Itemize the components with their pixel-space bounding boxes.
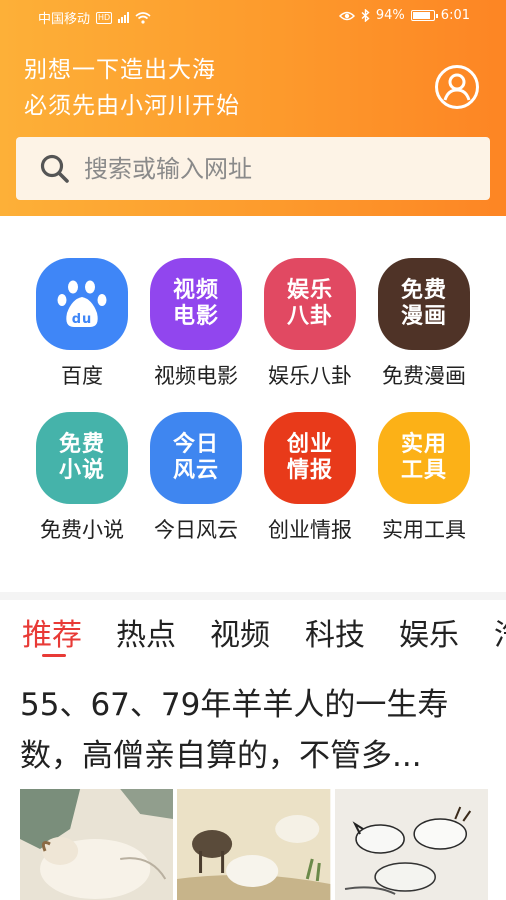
tab-recommended[interactable]: 推荐 bbox=[22, 610, 82, 654]
tab-entertainment[interactable]: 娱乐 bbox=[399, 610, 459, 654]
tab-auto[interactable]: 汽 bbox=[494, 610, 506, 654]
app-label: 视频电影 bbox=[154, 364, 238, 388]
paw-icon: du bbox=[57, 280, 107, 327]
icon-text: 免费 bbox=[400, 278, 447, 303]
app-today-news[interactable]: 今日 风云 今日风云 bbox=[141, 412, 251, 544]
icon-text: 小说 bbox=[58, 458, 105, 483]
app-entertainment-gossip[interactable]: 娱乐 八卦 娱乐八卦 bbox=[255, 258, 365, 390]
app-label: 免费漫画 bbox=[382, 364, 466, 388]
slogan-line-1: 别想一下造出大海 bbox=[24, 57, 216, 83]
slogan: 别想一下造出大海 必须先由小河川开始 bbox=[24, 52, 240, 124]
search-input[interactable] bbox=[84, 154, 464, 183]
battery-percent: 94% bbox=[375, 8, 405, 23]
app-label: 娱乐八卦 bbox=[268, 364, 352, 388]
wifi-icon bbox=[135, 11, 151, 24]
app-label: 百度 bbox=[61, 364, 103, 388]
hd-icon: HD bbox=[96, 11, 113, 24]
article-image-3 bbox=[334, 789, 488, 900]
icon-text: 今日 bbox=[172, 432, 219, 457]
today-news-icon: 今日 风云 bbox=[150, 412, 242, 504]
icon-text: 八卦 bbox=[286, 304, 333, 329]
icon-text: 工具 bbox=[400, 458, 447, 483]
article-thumbnails[interactable] bbox=[20, 789, 488, 900]
app-label: 免费小说 bbox=[40, 518, 124, 542]
app-label: 今日风云 bbox=[154, 518, 238, 542]
carrier-name: 中国移动 bbox=[38, 12, 91, 27]
icon-text: 漫画 bbox=[400, 304, 447, 329]
app-utilities[interactable]: 实用 工具 实用工具 bbox=[369, 412, 479, 544]
slogan-line-2: 必须先由小河川开始 bbox=[24, 93, 240, 119]
icon-text: 创业 bbox=[286, 432, 333, 457]
app-video-movie[interactable]: 视频 电影 视频电影 bbox=[141, 258, 251, 390]
app-label: 创业情报 bbox=[268, 518, 352, 542]
icon-text: 风云 bbox=[172, 458, 219, 483]
status-left: 中国移动 HD bbox=[38, 8, 151, 27]
tab-hot[interactable]: 热点 bbox=[116, 610, 176, 654]
app-free-novels[interactable]: 免费 小说 免费小说 bbox=[27, 412, 137, 544]
clock-time: 6:01 bbox=[440, 8, 470, 23]
article-image-2 bbox=[177, 789, 331, 900]
search-icon bbox=[40, 154, 69, 183]
free-comics-icon: 免费 漫画 bbox=[378, 258, 470, 350]
startup-intel-icon: 创业 情报 bbox=[264, 412, 356, 504]
icon-text: 视频 bbox=[172, 278, 219, 303]
icon-text: 情报 bbox=[286, 458, 333, 483]
user-avatar-icon[interactable] bbox=[434, 64, 480, 110]
bluetooth-icon bbox=[361, 9, 370, 22]
free-novels-icon: 免费 小说 bbox=[36, 412, 128, 504]
video-movie-icon: 视频 电影 bbox=[150, 258, 242, 350]
active-tab-indicator bbox=[42, 654, 66, 657]
baidu-icon: du bbox=[36, 258, 128, 350]
eye-icon bbox=[338, 11, 355, 20]
entertainment-gossip-icon: 娱乐 八卦 bbox=[264, 258, 356, 350]
utilities-icon: 实用 工具 bbox=[378, 412, 470, 504]
search-bar[interactable] bbox=[16, 137, 490, 200]
app-startup-intel[interactable]: 创业 情报 创业情报 bbox=[255, 412, 365, 544]
section-divider bbox=[0, 592, 506, 600]
status-right: 94% 6:01 bbox=[338, 8, 470, 23]
icon-text: 实用 bbox=[400, 432, 447, 457]
app-grid: du 百度 视频 电影 视频电影 娱乐 八卦 娱乐八卦 免费 漫画 免费漫画 免… bbox=[0, 216, 506, 592]
app-label: 实用工具 bbox=[382, 518, 466, 542]
icon-text: 免费 bbox=[58, 432, 105, 457]
article-title[interactable]: 55、67、79年羊羊人的一生寿数，高僧亲自算的，不管多... bbox=[20, 680, 490, 782]
status-bar: 中国移动 HD 94% 6:01 bbox=[0, 0, 506, 34]
svg-text:du: du bbox=[72, 312, 93, 327]
battery-icon bbox=[410, 10, 438, 21]
signal-icon bbox=[118, 12, 130, 23]
icon-text: 娱乐 bbox=[286, 278, 333, 303]
icon-text: 电影 bbox=[172, 304, 219, 329]
tab-video[interactable]: 视频 bbox=[210, 610, 270, 654]
news-tabs: 推荐 热点 视频 科技 娱乐 汽 bbox=[0, 600, 506, 660]
header: 中国移动 HD 94% 6:01 别想一下造出大海 必须先由小河川开始 bbox=[0, 0, 506, 216]
app-baidu[interactable]: du 百度 bbox=[27, 258, 137, 390]
article-image-1 bbox=[20, 789, 174, 900]
tab-tech[interactable]: 科技 bbox=[305, 610, 365, 654]
app-free-comics[interactable]: 免费 漫画 免费漫画 bbox=[369, 258, 479, 390]
